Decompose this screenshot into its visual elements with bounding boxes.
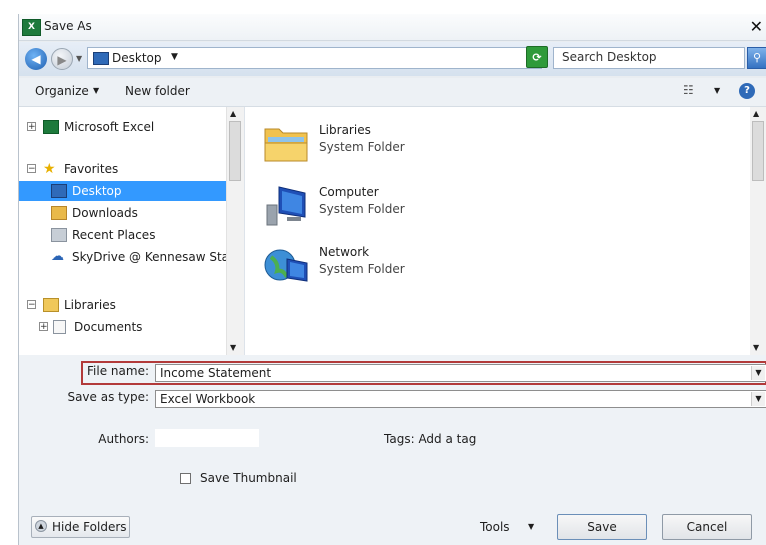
nav-item-documents[interactable]: + Documents — [19, 317, 226, 337]
forward-button[interactable]: ▶ — [51, 48, 73, 70]
authors-label: Authors: — [98, 432, 149, 446]
file-item-network[interactable]: Network System Folder — [263, 239, 433, 293]
search-icon[interactable]: ⚲ — [747, 47, 766, 69]
nav-item-label: Downloads — [72, 206, 138, 220]
navigation-pane: + Microsoft Excel − ★ Favorites Desktop … — [19, 107, 245, 355]
libraries-folder-icon — [263, 121, 309, 165]
libraries-icon — [43, 298, 59, 312]
nav-item-label: Recent Places — [72, 228, 156, 242]
nav-item-downloads[interactable]: Downloads — [19, 203, 226, 223]
file-type: System Folder — [319, 140, 405, 154]
file-name-value[interactable]: Income Statement — [160, 366, 271, 380]
file-name: Computer — [319, 185, 379, 199]
scroll-up-icon[interactable]: ▲ — [230, 109, 236, 118]
organize-dropdown-icon[interactable]: ▼ — [93, 86, 99, 95]
save-as-type-select[interactable]: Excel Workbook ▼ — [155, 390, 766, 408]
nav-item-favorites[interactable]: − ★ Favorites — [19, 159, 226, 179]
file-type: System Folder — [319, 202, 405, 216]
title-bar: X Save As ✕ — [19, 14, 766, 41]
save-thumbnail-checkbox[interactable] — [180, 473, 191, 484]
desktop-icon — [93, 52, 109, 65]
views-icon[interactable]: ☷ — [683, 83, 694, 97]
authors-field[interactable] — [155, 429, 259, 447]
documents-icon — [53, 320, 66, 334]
excel-app-icon: X — [22, 19, 41, 36]
help-icon[interactable]: ? — [739, 83, 755, 99]
nav-item-skydrive[interactable]: ☁ SkyDrive @ Kennesaw Stat — [19, 247, 226, 267]
hide-folders-button[interactable]: ▲ Hide Folders — [31, 516, 130, 538]
file-name-dropdown-icon[interactable]: ▼ — [751, 366, 765, 380]
save-form: File name: Income Statement ▼ Save as ty… — [19, 355, 766, 545]
refresh-button[interactable]: ⟳ — [526, 46, 548, 68]
cancel-button[interactable]: Cancel — [662, 514, 752, 540]
new-folder-button[interactable]: New folder — [125, 84, 190, 98]
file-name: Libraries — [319, 123, 371, 137]
path-chevron-icon[interactable]: ▼ — [171, 52, 178, 62]
scroll-up-icon[interactable]: ▲ — [753, 109, 759, 118]
address-path[interactable]: Desktop ▼ ▼ — [87, 47, 542, 69]
file-list-scrollbar[interactable]: ▲ ▼ — [750, 107, 766, 355]
collapse-icon[interactable]: − — [27, 300, 36, 310]
search-input[interactable]: Search Desktop — [553, 47, 745, 69]
nav-item-libraries[interactable]: − Libraries — [19, 295, 226, 315]
views-dropdown-icon[interactable]: ▼ — [714, 86, 720, 95]
save-thumbnail-label[interactable]: Save Thumbnail — [200, 471, 297, 485]
address-bar: ◀ ▶ ▼ Desktop ▼ ▼ ⟳ Search Desktop ⚲ — [19, 42, 766, 76]
computer-icon — [263, 183, 309, 227]
downloads-icon — [51, 206, 67, 220]
save-as-type-value[interactable]: Excel Workbook — [160, 392, 255, 406]
command-toolbar: Organize ▼ New folder ☷ ▼ ? — [19, 78, 766, 107]
collapse-icon[interactable]: − — [27, 164, 36, 174]
expand-icon[interactable]: + — [39, 322, 48, 332]
nav-item-label: Desktop — [72, 184, 122, 198]
tags-label: Tags: — [384, 432, 415, 446]
nav-item-label: Microsoft Excel — [64, 120, 155, 134]
organize-button[interactable]: Organize — [35, 84, 89, 98]
tools-button[interactable]: Tools — [480, 520, 510, 534]
file-item-computer[interactable]: Computer System Folder — [263, 179, 433, 233]
file-name-field[interactable]: Income Statement ▼ — [155, 364, 766, 382]
tags-field[interactable]: Tags: Add a tag — [384, 432, 476, 446]
nav-item-microsoft-excel[interactable]: + Microsoft Excel — [19, 117, 226, 137]
file-item-libraries[interactable]: Libraries System Folder — [263, 117, 433, 171]
nav-item-recent-places[interactable]: Recent Places — [19, 225, 226, 245]
nav-item-desktop[interactable]: Desktop — [19, 181, 226, 201]
recent-pages-dropdown-icon[interactable]: ▼ — [76, 54, 82, 63]
desktop-icon — [51, 184, 67, 198]
excel-icon — [43, 120, 59, 134]
nav-item-label: SkyDrive @ Kennesaw Stat — [72, 250, 226, 264]
network-icon — [263, 243, 309, 287]
nav-item-label: Favorites — [64, 162, 119, 176]
star-icon: ★ — [43, 161, 56, 177]
save-as-type-label: Save as type: — [67, 390, 149, 404]
skydrive-icon: ☁ — [51, 249, 64, 264]
back-button[interactable]: ◀ — [25, 48, 47, 70]
save-as-type-dropdown-icon[interactable]: ▼ — [751, 392, 765, 406]
tags-value[interactable]: Add a tag — [418, 432, 476, 446]
navigation-scrollbar[interactable]: ▲ ▼ — [226, 107, 244, 355]
hide-folders-label: Hide Folders — [52, 520, 127, 534]
scroll-down-icon[interactable]: ▼ — [230, 343, 236, 352]
close-icon[interactable]: ✕ — [750, 17, 763, 36]
file-list: Libraries System Folder Computer System … — [245, 107, 766, 355]
expand-icon[interactable]: + — [27, 122, 36, 132]
save-button[interactable]: Save — [557, 514, 647, 540]
scrollbar-thumb[interactable] — [229, 121, 241, 181]
file-name: Network — [319, 245, 370, 259]
path-segment-desktop[interactable]: Desktop — [112, 51, 162, 65]
nav-item-label: Documents — [74, 320, 143, 334]
window-title: Save As — [44, 19, 92, 33]
file-name-label: File name: — [87, 364, 149, 378]
tools-dropdown-icon[interactable]: ▼ — [528, 522, 534, 531]
recent-places-icon — [51, 228, 67, 242]
nav-item-label: Libraries — [64, 298, 116, 312]
scrollbar-thumb[interactable] — [752, 121, 764, 181]
save-as-dialog: X Save As ✕ ◀ ▶ ▼ Desktop ▼ ▼ ⟳ Search D… — [18, 14, 766, 545]
file-type: System Folder — [319, 262, 405, 276]
chevron-up-icon: ▲ — [35, 520, 47, 532]
scroll-down-icon[interactable]: ▼ — [753, 343, 759, 352]
